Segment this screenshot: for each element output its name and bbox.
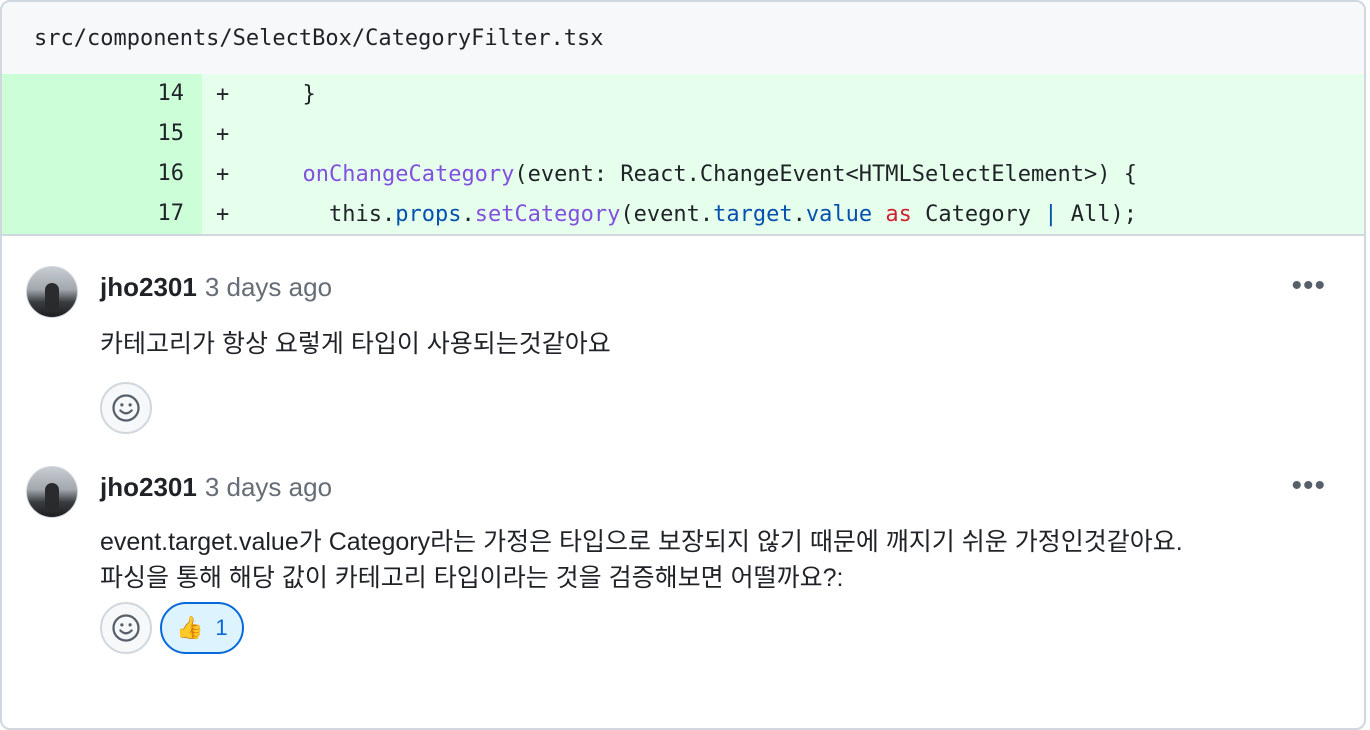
code-text: } [260,81,316,107]
line-number[interactable]: 15 [2,114,202,154]
reaction-count: 1 [215,615,228,640]
smiley-icon [112,614,140,642]
code-token: Category [911,201,1045,227]
reactions-bar [100,382,152,434]
diff-line: 16 + onChangeCategory(event: React.Chang… [2,154,1364,194]
code-property-token: target [713,201,793,227]
diff-hunk: 14 + } 15 + 16 + onChangeCategory(event:… [2,74,1364,236]
code-operator-token: | [1044,201,1058,227]
comment-author[interactable]: jho2301 [100,472,197,503]
code-function-token: onChangeCategory [302,161,515,187]
diff-line: 17 + this.props.setCategory(event.target… [2,194,1364,234]
code-token: All); [1057,201,1138,227]
file-path[interactable]: src/components/SelectBox/CategoryFilter.… [34,26,604,51]
comment-body: 카테고리가 항상 요렇게 타입이 사용되는것같아요 [100,326,611,362]
comment-author[interactable]: jho2301 [100,272,197,303]
code-token: this. [276,201,396,227]
code-keyword-token: as [885,201,912,227]
smiley-icon [112,394,140,422]
add-reaction-button[interactable] [100,602,152,654]
code-property-token: value [805,201,873,227]
kebab-menu-icon[interactable]: ••• [1291,271,1326,301]
comment-header: jho2301 3 days ago [100,272,332,303]
added-marker: + [216,81,230,107]
comment-body: event.target.value가 Category라는 가정은 타입으로 … [100,524,1183,596]
code-text: onChangeCategory(event: React.ChangeEven… [260,162,1137,187]
comment-header: jho2301 3 days ago [100,472,332,503]
line-number[interactable]: 14 [2,74,202,114]
comment-timestamp[interactable]: 3 days ago [205,272,332,303]
added-marker: + [216,201,230,227]
code-function-token: setCategory [474,201,621,227]
added-marker: + [216,161,230,187]
code-token: . [461,201,475,227]
code-token: } [276,81,316,107]
thumbs-up-reaction-button[interactable]: 👍 1 [160,602,244,654]
line-number[interactable]: 16 [2,154,202,194]
add-reaction-button[interactable] [100,382,152,434]
file-path-header: src/components/SelectBox/CategoryFilter.… [2,2,1364,74]
code-token: . [792,201,806,227]
diff-line: 15 + [2,114,1364,154]
code-text: this.props.setCategory(event.target.valu… [260,202,1137,227]
thumbs-up-icon: 👍 [176,615,204,640]
kebab-menu-icon[interactable]: ••• [1291,471,1326,501]
review-comment: jho2301 3 days ago ••• 카테고리가 항상 요렇게 타입이 … [2,236,1364,436]
line-number[interactable]: 17 [2,194,202,234]
reactions-bar: 👍 1 [100,602,244,654]
comment-body-line: event.target.value가 Category라는 가정은 타입으로 … [100,528,1183,556]
comment-timestamp[interactable]: 3 days ago [205,472,332,503]
code-token: (event: React.ChangeEvent<HTMLSelectElem… [514,161,1137,187]
avatar[interactable] [26,466,78,518]
diff-line: 14 + } [2,74,1364,114]
added-marker: + [216,121,230,147]
comment-body-line: 카테고리가 항상 요렇게 타입이 사용되는것같아요 [100,330,611,358]
review-comment: jho2301 3 days ago ••• event.target.valu… [2,436,1364,691]
comment-body-line: 파싱을 통해 해당 값이 카테고리 타입이라는 것을 검증해보면 어떨까요?: [100,564,844,592]
review-thread: src/components/SelectBox/CategoryFilter.… [0,0,1366,730]
code-property-token: props [395,201,462,227]
code-token: (event. [620,201,714,227]
avatar[interactable] [26,266,78,318]
